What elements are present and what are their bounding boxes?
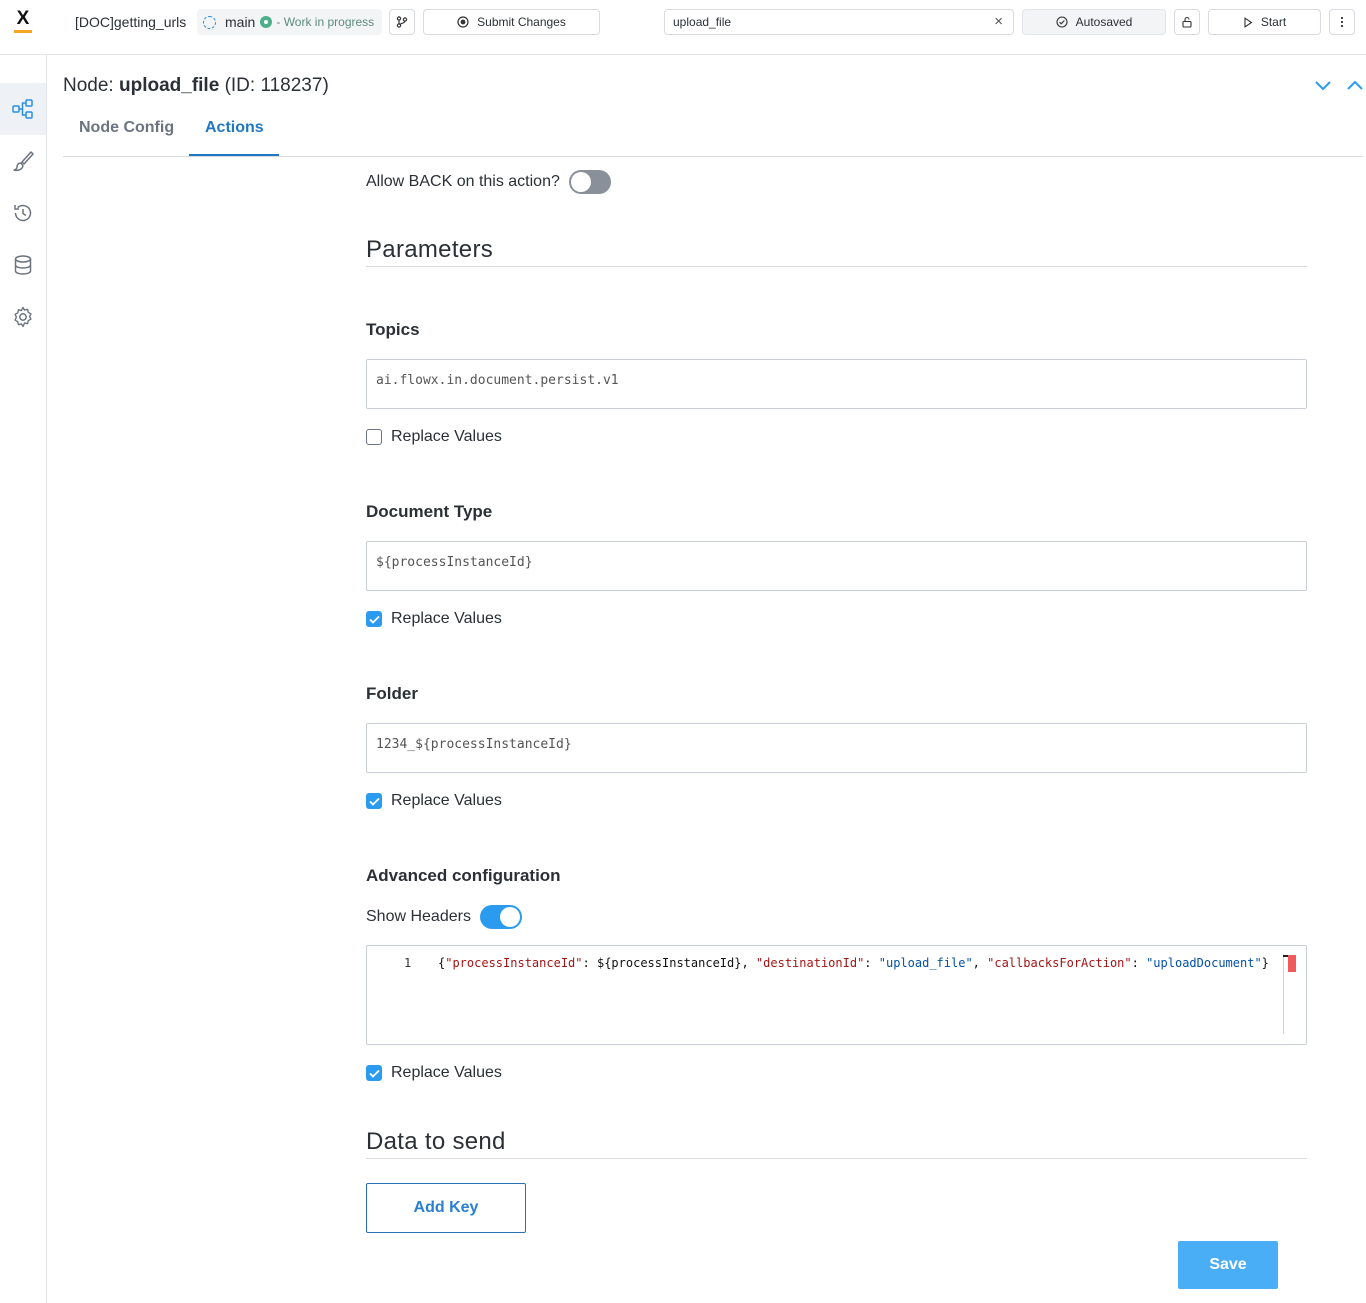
- sidebar-item-data-model[interactable]: [0, 239, 46, 291]
- folder-label: Folder: [366, 684, 418, 703]
- branch-name: main: [225, 14, 256, 30]
- chevron-down-icon[interactable]: [1314, 76, 1332, 94]
- folder-replace-label: Replace Values: [391, 792, 502, 809]
- document-type-field[interactable]: [366, 541, 1307, 591]
- tab-actions[interactable]: Actions: [205, 119, 264, 137]
- toggle-knob: [499, 907, 520, 927]
- node-tabs: Node Config Actions: [63, 100, 1363, 157]
- node-prefix: Node:: [63, 75, 114, 96]
- save-button[interactable]: Save: [1178, 1241, 1278, 1289]
- node-name: upload_file: [118, 75, 220, 96]
- advanced-config-label: Advanced configuration: [366, 866, 561, 885]
- clear-icon[interactable]: ×: [994, 14, 1003, 30]
- sidebar-item-theme[interactable]: [0, 135, 46, 187]
- headers-replace-row[interactable]: Replace Values: [366, 1064, 502, 1082]
- document-type-replace-label: Replace Values: [391, 610, 502, 627]
- more-vertical-icon: [1340, 16, 1344, 28]
- sidebar-item-history[interactable]: [0, 187, 46, 239]
- process-name: [DOC]getting_urls: [75, 14, 187, 30]
- topics-input[interactable]: [376, 360, 1276, 400]
- history-icon: [14, 204, 32, 222]
- sidebar-item-process[interactable]: [0, 83, 46, 135]
- left-sidebar: [0, 55, 47, 1303]
- radio-dot-icon: [457, 16, 469, 28]
- show-headers-label: Show Headers: [366, 908, 471, 925]
- search-input[interactable]: [673, 10, 983, 34]
- topics-replace-checkbox[interactable]: [366, 429, 382, 445]
- allow-back-toggle[interactable]: [568, 170, 611, 194]
- node-id: (ID: 118237): [224, 75, 329, 96]
- checkmark-icon: [368, 797, 380, 806]
- parameters-heading: Parameters: [366, 236, 1307, 267]
- folder-replace-row[interactable]: Replace Values: [366, 792, 502, 810]
- database-icon: [14, 255, 32, 275]
- branch-merge-button[interactable]: [389, 9, 415, 35]
- add-key-button[interactable]: Add Key: [366, 1183, 526, 1233]
- document-type-input[interactable]: [376, 542, 1276, 582]
- logo-bar: [14, 30, 32, 33]
- more-options-button[interactable]: [1329, 9, 1355, 35]
- chevron-up-icon[interactable]: [1346, 76, 1364, 94]
- node-title: Node: upload_file (ID: 118237): [63, 75, 329, 97]
- top-bar: X [DOC]getting_urls main - Work in progr…: [0, 0, 1366, 55]
- unlock-icon: [1182, 16, 1192, 28]
- allow-back-row: Allow BACK on this action?: [366, 170, 611, 194]
- topics-field[interactable]: [366, 359, 1307, 409]
- active-tab-indicator: [189, 154, 279, 156]
- document-type-replace-checkbox[interactable]: [366, 611, 382, 627]
- show-headers-toggle[interactable]: [479, 905, 522, 929]
- checkmark-icon: [368, 615, 380, 624]
- headers-replace-label: Replace Values: [391, 1064, 502, 1081]
- node-search[interactable]: ×: [664, 9, 1014, 35]
- autosaved-label: Autosaved: [1075, 15, 1133, 29]
- branch-status: - Work in progress: [276, 15, 375, 29]
- check-circle-icon: [1056, 16, 1068, 28]
- topics-replace-row[interactable]: Replace Values: [366, 428, 502, 446]
- start-label: Start: [1260, 15, 1287, 29]
- git-branch-icon: [396, 16, 408, 28]
- submit-changes-button[interactable]: Submit Changes: [423, 9, 600, 35]
- play-icon: [1244, 16, 1253, 28]
- branch-selector[interactable]: main - Work in progress: [197, 9, 383, 35]
- headers-replace-checkbox[interactable]: [366, 1065, 382, 1081]
- logo-letter: X: [16, 8, 30, 29]
- lock-button[interactable]: [1174, 9, 1200, 35]
- gear-icon: [14, 306, 32, 328]
- tab-node-config[interactable]: Node Config: [79, 119, 174, 137]
- topics-replace-label: Replace Values: [391, 428, 502, 445]
- app-logo[interactable]: X: [14, 8, 32, 34]
- folder-field[interactable]: [366, 723, 1307, 773]
- document-type-label: Document Type: [366, 502, 493, 521]
- folder-replace-checkbox[interactable]: [366, 793, 382, 809]
- status-check-icon: [260, 16, 273, 28]
- document-type-replace-row[interactable]: Replace Values: [366, 610, 502, 628]
- topics-label: Topics: [366, 320, 420, 339]
- branch-dashed-icon: [203, 15, 216, 29]
- start-button[interactable]: Start: [1208, 9, 1321, 35]
- headers-code-editor[interactable]: 1 {"processInstanceId": ${processInstanc…: [366, 945, 1307, 1045]
- nodes-diagram-icon: [12, 99, 33, 119]
- show-headers-row: Show Headers: [366, 905, 522, 929]
- data-to-send-heading: Data to send: [366, 1128, 1307, 1159]
- editor-ruler: [1283, 954, 1284, 1034]
- toggle-knob: [570, 172, 591, 192]
- sidebar-item-settings[interactable]: [0, 291, 46, 343]
- line-number: 1: [404, 956, 412, 970]
- paint-brush-icon: [13, 151, 34, 172]
- headers-code-text[interactable]: {"processInstanceId": ${processInstanceI…: [438, 956, 1269, 970]
- autosaved-status: Autosaved: [1022, 9, 1166, 35]
- allow-back-label: Allow BACK on this action?: [366, 173, 560, 190]
- checkmark-icon: [368, 1069, 380, 1078]
- submit-changes-label: Submit Changes: [477, 15, 566, 29]
- editor-error-marker: [1288, 955, 1296, 972]
- folder-input[interactable]: [376, 724, 1276, 764]
